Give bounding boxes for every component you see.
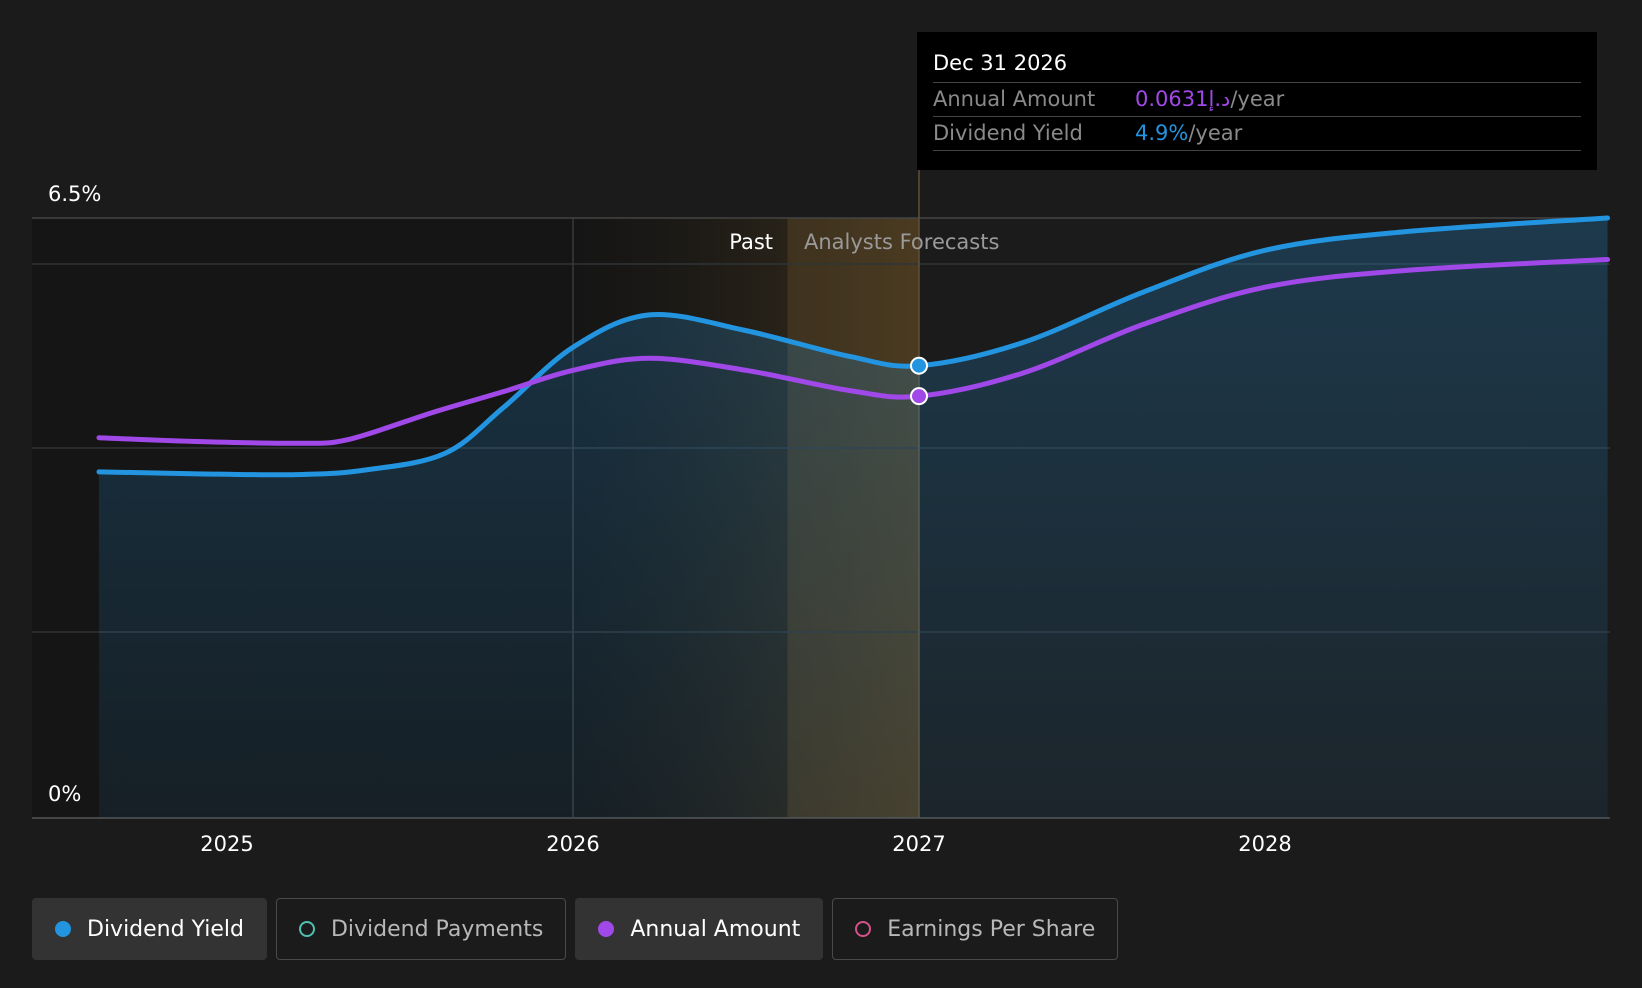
x-tick-label: 2028 bbox=[1238, 832, 1291, 856]
y-tick-label: 6.5% bbox=[48, 182, 101, 206]
tooltip-unit: /year bbox=[1230, 87, 1285, 111]
dividend-yield-dot-icon bbox=[55, 921, 71, 937]
x-tick-label: 2027 bbox=[892, 832, 945, 856]
legend-dividend-yield[interactable]: Dividend Yield bbox=[32, 898, 267, 960]
past-label: Past bbox=[729, 230, 773, 254]
tooltip-row-dividend-yield: Dividend Yield 4.9% /year bbox=[933, 117, 1581, 151]
dividend-yield-marker bbox=[910, 356, 928, 375]
x-tick-label: 2025 bbox=[200, 832, 253, 856]
legend-annual-amount[interactable]: Annual Amount bbox=[575, 898, 824, 960]
legend-label: Annual Amount bbox=[630, 916, 801, 942]
legend-label: Dividend Payments bbox=[330, 916, 544, 942]
y-tick-label: 0% bbox=[48, 782, 81, 806]
x-tick-label: 2026 bbox=[546, 832, 599, 856]
annual-amount-dot-icon bbox=[598, 921, 615, 937]
legend-label: Dividend Yield bbox=[87, 916, 244, 942]
tooltip-date: Dec 31 2026 bbox=[933, 48, 1581, 83]
earnings-per-share-ring-icon bbox=[855, 921, 872, 937]
legend-dividend-payments[interactable]: Dividend Payments bbox=[275, 898, 567, 960]
tooltip-row-annual-amount: Annual Amount 0.0631د.إ /year bbox=[933, 83, 1581, 117]
tooltip-label: Dividend Yield bbox=[933, 121, 1083, 145]
annual-amount-marker bbox=[910, 387, 928, 406]
tooltip-value: 0.0631د.إ bbox=[1135, 87, 1231, 111]
legend-label: Earnings Per Share bbox=[887, 916, 1096, 942]
tooltip-value: 4.9% bbox=[1135, 121, 1189, 145]
chart-tooltip: Dec 31 2026 Annual Amount 0.0631د.إ /yea… bbox=[917, 32, 1597, 170]
legend-earnings-per-share[interactable]: Earnings Per Share bbox=[832, 898, 1119, 960]
tooltip-unit: /year bbox=[1188, 121, 1243, 145]
chart-legend: Dividend Yield Dividend Payments Annual … bbox=[32, 898, 1119, 960]
tooltip-label: Annual Amount bbox=[933, 87, 1096, 111]
dividend-payments-ring-icon bbox=[298, 921, 315, 937]
forecast-label: Analysts Forecasts bbox=[804, 230, 999, 254]
